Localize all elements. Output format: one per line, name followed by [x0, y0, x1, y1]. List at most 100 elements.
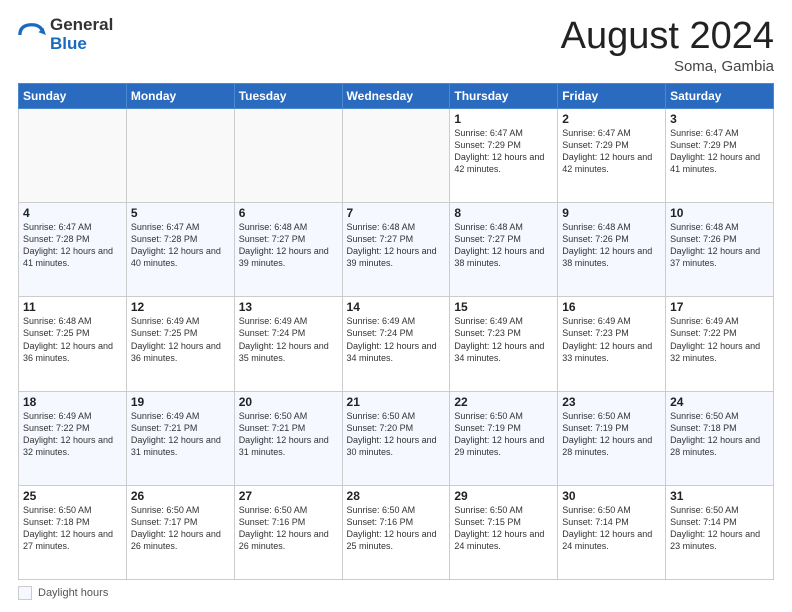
- day-number: 3: [670, 112, 769, 126]
- day-info: Sunrise: 6:50 AMSunset: 7:15 PMDaylight:…: [454, 504, 553, 553]
- day-number: 26: [131, 489, 230, 503]
- table-row: [126, 108, 234, 202]
- day-info: Sunrise: 6:48 AMSunset: 7:27 PMDaylight:…: [454, 221, 553, 270]
- header-saturday: Saturday: [666, 83, 774, 108]
- table-row: [234, 108, 342, 202]
- daylight-legend-box: [18, 586, 32, 600]
- day-info: Sunrise: 6:50 AMSunset: 7:14 PMDaylight:…: [670, 504, 769, 553]
- calendar-week-row: 18 Sunrise: 6:49 AMSunset: 7:22 PMDaylig…: [19, 391, 774, 485]
- calendar-header-row: Sunday Monday Tuesday Wednesday Thursday…: [19, 83, 774, 108]
- header-wednesday: Wednesday: [342, 83, 450, 108]
- table-row: 27 Sunrise: 6:50 AMSunset: 7:16 PMDaylig…: [234, 485, 342, 579]
- day-info: Sunrise: 6:49 AMSunset: 7:22 PMDaylight:…: [670, 315, 769, 364]
- calendar-week-row: 4 Sunrise: 6:47 AMSunset: 7:28 PMDayligh…: [19, 203, 774, 297]
- day-info: Sunrise: 6:48 AMSunset: 7:25 PMDaylight:…: [23, 315, 122, 364]
- day-info: Sunrise: 6:48 AMSunset: 7:26 PMDaylight:…: [562, 221, 661, 270]
- header-sunday: Sunday: [19, 83, 127, 108]
- day-info: Sunrise: 6:48 AMSunset: 7:27 PMDaylight:…: [239, 221, 338, 270]
- day-number: 24: [670, 395, 769, 409]
- day-number: 23: [562, 395, 661, 409]
- day-info: Sunrise: 6:50 AMSunset: 7:16 PMDaylight:…: [347, 504, 446, 553]
- table-row: 5 Sunrise: 6:47 AMSunset: 7:28 PMDayligh…: [126, 203, 234, 297]
- day-info: Sunrise: 6:50 AMSunset: 7:18 PMDaylight:…: [670, 410, 769, 459]
- table-row: 13 Sunrise: 6:49 AMSunset: 7:24 PMDaylig…: [234, 297, 342, 391]
- table-row: 12 Sunrise: 6:49 AMSunset: 7:25 PMDaylig…: [126, 297, 234, 391]
- table-row: [342, 108, 450, 202]
- table-row: 23 Sunrise: 6:50 AMSunset: 7:19 PMDaylig…: [558, 391, 666, 485]
- daylight-legend-label: Daylight hours: [38, 587, 108, 599]
- day-info: Sunrise: 6:47 AMSunset: 7:29 PMDaylight:…: [562, 127, 661, 176]
- table-row: 2 Sunrise: 6:47 AMSunset: 7:29 PMDayligh…: [558, 108, 666, 202]
- calendar-title: August 2024: [561, 16, 774, 58]
- table-row: 8 Sunrise: 6:48 AMSunset: 7:27 PMDayligh…: [450, 203, 558, 297]
- header-monday: Monday: [126, 83, 234, 108]
- day-number: 5: [131, 206, 230, 220]
- day-info: Sunrise: 6:50 AMSunset: 7:18 PMDaylight:…: [23, 504, 122, 553]
- day-info: Sunrise: 6:50 AMSunset: 7:14 PMDaylight:…: [562, 504, 661, 553]
- day-number: 4: [23, 206, 122, 220]
- logo-blue-text: Blue: [50, 35, 113, 54]
- table-row: 19 Sunrise: 6:49 AMSunset: 7:21 PMDaylig…: [126, 391, 234, 485]
- table-row: 3 Sunrise: 6:47 AMSunset: 7:29 PMDayligh…: [666, 108, 774, 202]
- table-row: 11 Sunrise: 6:48 AMSunset: 7:25 PMDaylig…: [19, 297, 127, 391]
- logo-icon: [18, 21, 46, 49]
- header-friday: Friday: [558, 83, 666, 108]
- day-info: Sunrise: 6:49 AMSunset: 7:24 PMDaylight:…: [239, 315, 338, 364]
- table-row: 29 Sunrise: 6:50 AMSunset: 7:15 PMDaylig…: [450, 485, 558, 579]
- table-row: 30 Sunrise: 6:50 AMSunset: 7:14 PMDaylig…: [558, 485, 666, 579]
- table-row: 26 Sunrise: 6:50 AMSunset: 7:17 PMDaylig…: [126, 485, 234, 579]
- table-row: 4 Sunrise: 6:47 AMSunset: 7:28 PMDayligh…: [19, 203, 127, 297]
- table-row: 18 Sunrise: 6:49 AMSunset: 7:22 PMDaylig…: [19, 391, 127, 485]
- day-info: Sunrise: 6:50 AMSunset: 7:21 PMDaylight:…: [239, 410, 338, 459]
- day-info: Sunrise: 6:47 AMSunset: 7:28 PMDaylight:…: [23, 221, 122, 270]
- day-info: Sunrise: 6:50 AMSunset: 7:16 PMDaylight:…: [239, 504, 338, 553]
- day-number: 21: [347, 395, 446, 409]
- header-thursday: Thursday: [450, 83, 558, 108]
- day-number: 8: [454, 206, 553, 220]
- day-info: Sunrise: 6:49 AMSunset: 7:23 PMDaylight:…: [454, 315, 553, 364]
- day-info: Sunrise: 6:49 AMSunset: 7:24 PMDaylight:…: [347, 315, 446, 364]
- day-number: 20: [239, 395, 338, 409]
- page-header: General Blue August 2024 Soma, Gambia: [18, 16, 774, 75]
- day-info: Sunrise: 6:50 AMSunset: 7:19 PMDaylight:…: [454, 410, 553, 459]
- day-number: 25: [23, 489, 122, 503]
- day-info: Sunrise: 6:48 AMSunset: 7:26 PMDaylight:…: [670, 221, 769, 270]
- day-info: Sunrise: 6:49 AMSunset: 7:25 PMDaylight:…: [131, 315, 230, 364]
- table-row: 28 Sunrise: 6:50 AMSunset: 7:16 PMDaylig…: [342, 485, 450, 579]
- table-row: 10 Sunrise: 6:48 AMSunset: 7:26 PMDaylig…: [666, 203, 774, 297]
- day-info: Sunrise: 6:49 AMSunset: 7:23 PMDaylight:…: [562, 315, 661, 364]
- day-number: 13: [239, 300, 338, 314]
- table-row: 9 Sunrise: 6:48 AMSunset: 7:26 PMDayligh…: [558, 203, 666, 297]
- day-info: Sunrise: 6:47 AMSunset: 7:28 PMDaylight:…: [131, 221, 230, 270]
- day-number: 27: [239, 489, 338, 503]
- table-row: 20 Sunrise: 6:50 AMSunset: 7:21 PMDaylig…: [234, 391, 342, 485]
- day-number: 2: [562, 112, 661, 126]
- day-number: 17: [670, 300, 769, 314]
- table-row: 7 Sunrise: 6:48 AMSunset: 7:27 PMDayligh…: [342, 203, 450, 297]
- table-row: [19, 108, 127, 202]
- day-info: Sunrise: 6:50 AMSunset: 7:17 PMDaylight:…: [131, 504, 230, 553]
- table-row: 22 Sunrise: 6:50 AMSunset: 7:19 PMDaylig…: [450, 391, 558, 485]
- day-number: 1: [454, 112, 553, 126]
- day-info: Sunrise: 6:49 AMSunset: 7:21 PMDaylight:…: [131, 410, 230, 459]
- table-row: 15 Sunrise: 6:49 AMSunset: 7:23 PMDaylig…: [450, 297, 558, 391]
- calendar-week-row: 25 Sunrise: 6:50 AMSunset: 7:18 PMDaylig…: [19, 485, 774, 579]
- calendar-week-row: 1 Sunrise: 6:47 AMSunset: 7:29 PMDayligh…: [19, 108, 774, 202]
- day-number: 14: [347, 300, 446, 314]
- table-row: 25 Sunrise: 6:50 AMSunset: 7:18 PMDaylig…: [19, 485, 127, 579]
- day-number: 31: [670, 489, 769, 503]
- day-info: Sunrise: 6:47 AMSunset: 7:29 PMDaylight:…: [454, 127, 553, 176]
- calendar-week-row: 11 Sunrise: 6:48 AMSunset: 7:25 PMDaylig…: [19, 297, 774, 391]
- table-row: 17 Sunrise: 6:49 AMSunset: 7:22 PMDaylig…: [666, 297, 774, 391]
- day-number: 28: [347, 489, 446, 503]
- calendar-location: Soma, Gambia: [561, 58, 774, 75]
- day-info: Sunrise: 6:50 AMSunset: 7:19 PMDaylight:…: [562, 410, 661, 459]
- title-block: August 2024 Soma, Gambia: [561, 16, 774, 75]
- day-number: 30: [562, 489, 661, 503]
- header-tuesday: Tuesday: [234, 83, 342, 108]
- logo-general-text: General: [50, 16, 113, 35]
- table-row: 24 Sunrise: 6:50 AMSunset: 7:18 PMDaylig…: [666, 391, 774, 485]
- table-row: 6 Sunrise: 6:48 AMSunset: 7:27 PMDayligh…: [234, 203, 342, 297]
- calendar-table: Sunday Monday Tuesday Wednesday Thursday…: [18, 83, 774, 580]
- table-row: 14 Sunrise: 6:49 AMSunset: 7:24 PMDaylig…: [342, 297, 450, 391]
